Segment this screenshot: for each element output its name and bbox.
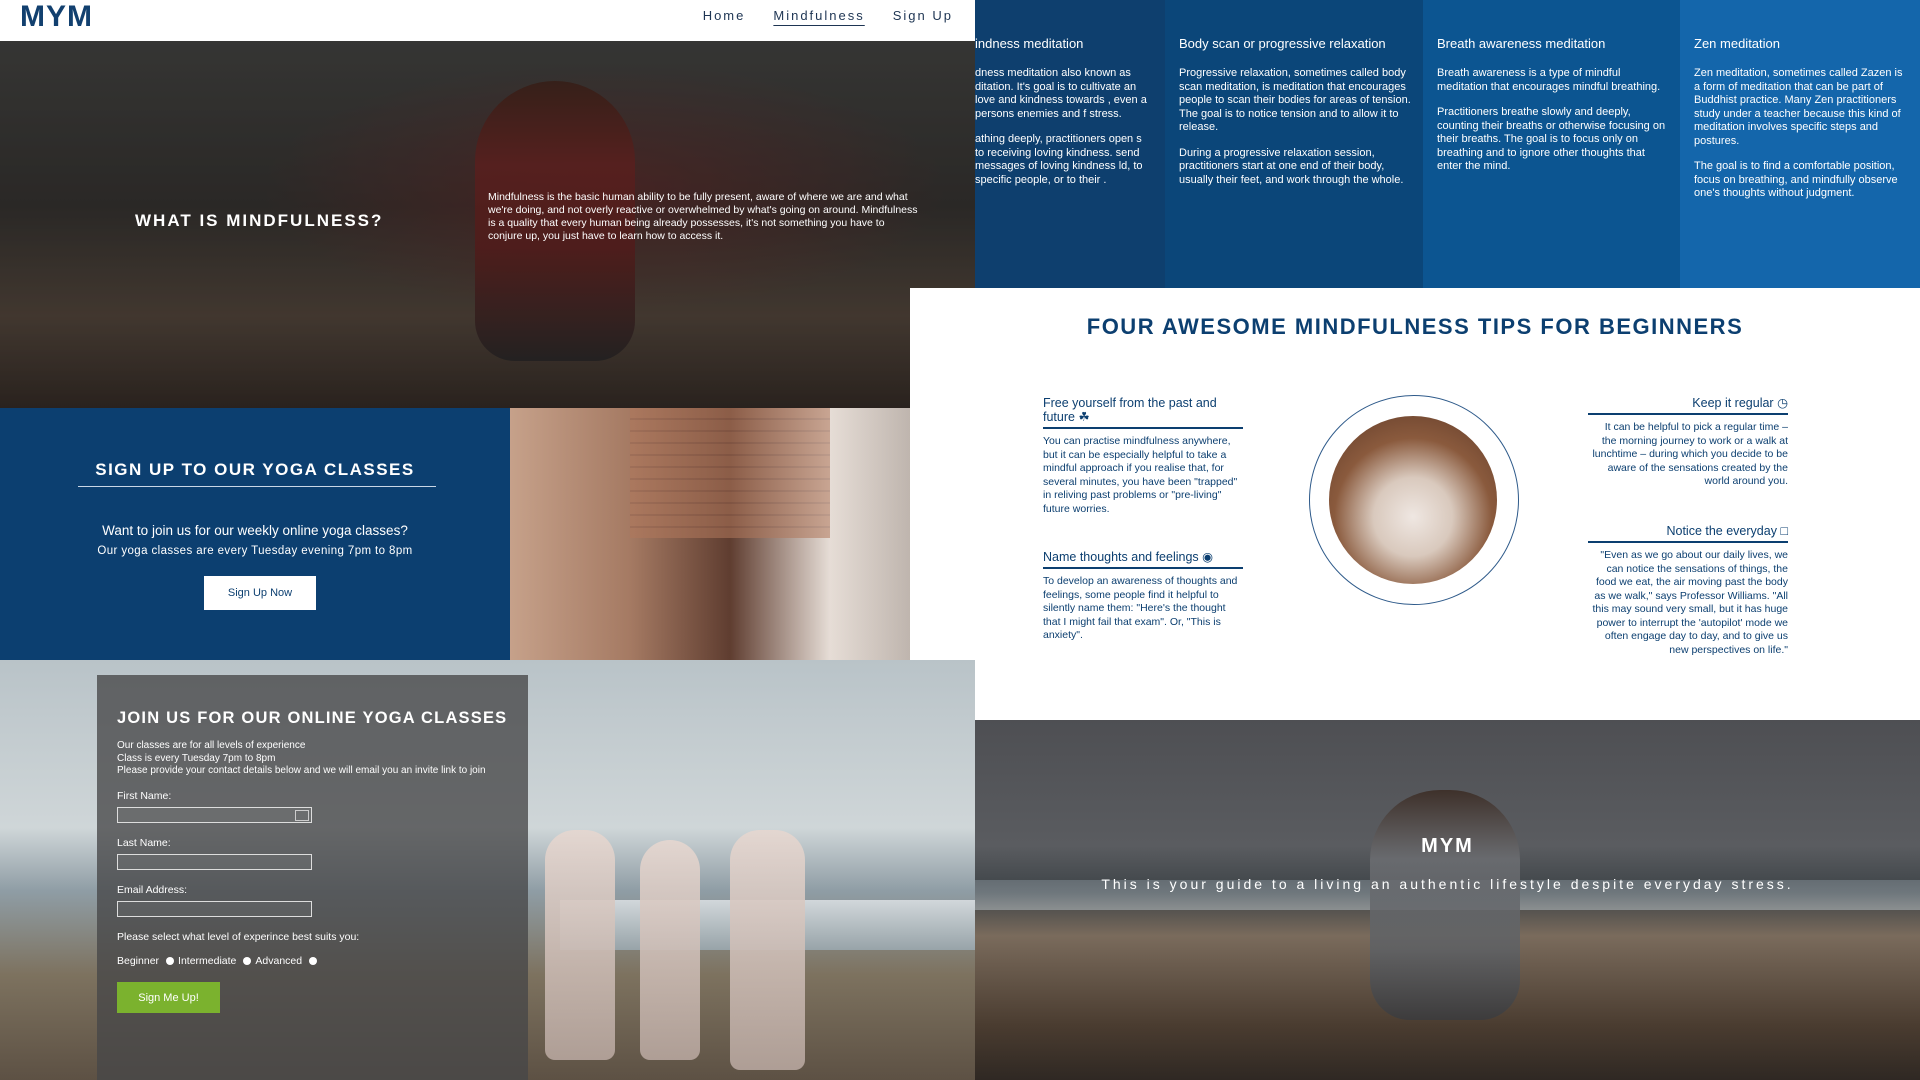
signup-question: Want to join us for our weekly online yo… (102, 523, 408, 538)
guide-title: MYM (1421, 835, 1474, 857)
yoga-class-photo (510, 408, 910, 660)
tip-divider (1588, 541, 1788, 543)
type-text: dness meditation also known as ditation.… (975, 67, 1147, 120)
email-field[interactable] (117, 901, 312, 917)
tip-divider (1043, 567, 1243, 569)
type-text: During a progressive relaxation session,… (1179, 146, 1404, 186)
tip-title: Free yourself from the past and future ☘ (1043, 396, 1217, 424)
tip-text: "Even as we go about our daily lives, we… (1592, 549, 1788, 656)
guide-hero: MYM This is your guide to a living an au… (975, 720, 1920, 1080)
brick-wall (630, 408, 830, 538)
meditation-types: indness meditation dness meditation also… (975, 0, 1920, 288)
type-text: The goal is to find a comfortable positi… (1694, 160, 1898, 199)
leaf-icon: ☘ (1078, 410, 1090, 424)
tip-free-yourself: Free yourself from the past and future ☘… (1043, 396, 1243, 516)
tip-divider (1043, 427, 1243, 429)
yoga-figure (730, 830, 805, 1070)
last-name-label: Last Name: (117, 837, 171, 849)
first-name-field[interactable] (117, 807, 312, 823)
type-text: Breath awareness is a type of mindful me… (1437, 67, 1661, 93)
type-title: Zen meditation (1694, 36, 1780, 51)
tip-divider (1588, 413, 1788, 415)
level-prompt: Please select what level of experince be… (117, 931, 360, 943)
type-breath-awareness: Breath awareness meditation Breath aware… (1423, 0, 1680, 288)
tip-name-thoughts: Name thoughts and feelings ◉ To develop … (1043, 550, 1243, 643)
mindfulness-hero: WHAT IS MINDFULNESS? Mindfulness is the … (0, 41, 975, 408)
tip-title: Keep it regular ◷ (1692, 396, 1788, 410)
type-text: athing deeply, practitioners open s to r… (975, 133, 1143, 186)
brain-icon: ◉ (1202, 550, 1214, 564)
type-text: Progressive relaxation, sometimes called… (1179, 67, 1411, 133)
signup-section: SIGN UP TO OUR YOGA CLASSES Want to join… (0, 408, 510, 660)
type-title: Body scan or progressive relaxation (1179, 36, 1386, 51)
calendar-icon: □ (1780, 524, 1788, 538)
tip-text: To develop an awareness of thoughts and … (1043, 575, 1238, 641)
hero-description: Mindfulness is the basic human ability t… (488, 191, 918, 242)
yoga-figure (640, 840, 700, 1060)
type-zen: Zen meditation Zen meditation, sometimes… (1680, 0, 1920, 288)
type-text: Practitioners breathe slowly and deeply,… (1437, 106, 1666, 172)
signup-title: SIGN UP TO OUR YOGA CLASSES (95, 460, 415, 479)
tips-title: FOUR AWESOME MINDFULNESS TIPS FOR BEGINN… (1086, 314, 1744, 339)
top-nav: MYM Home Mindfulness Sign Up (0, 0, 975, 41)
level-advanced-radio[interactable] (309, 957, 318, 965)
sign-up-now-button[interactable]: Sign Up Now (204, 576, 316, 610)
level-options: Beginner Intermediate Advanced (117, 955, 318, 967)
yoga-figure (545, 830, 615, 1060)
level-beginner-radio[interactable] (166, 957, 175, 965)
meditating-person (1370, 790, 1520, 1020)
join-title: JOIN US FOR OUR ONLINE YOGA CLASSES (117, 709, 508, 727)
meditation-hands-photo (1329, 416, 1497, 584)
level-intermediate-radio[interactable] (243, 957, 252, 965)
nav-link-mindfulness[interactable]: Mindfulness (773, 8, 864, 23)
nav-link-home[interactable]: Home (703, 8, 746, 23)
keyboard-icon (295, 810, 309, 821)
level-advanced-label: Advanced (255, 955, 303, 967)
title-divider (78, 486, 436, 487)
last-name-field[interactable] (117, 854, 312, 870)
join-info: Our classes are for all levels of experi… (117, 740, 486, 776)
tips-section: FOUR AWESOME MINDFULNESS TIPS FOR BEGINN… (910, 288, 1920, 720)
type-text: Zen meditation, sometimes called Zazen i… (1694, 67, 1903, 147)
clock-icon: ◷ (1777, 396, 1788, 410)
tip-notice-everyday: Notice the everyday □ "Even as we go abo… (1588, 524, 1788, 657)
nav-links: Home Mindfulness Sign Up (703, 8, 953, 23)
level-intermediate-label: Intermediate (178, 955, 237, 967)
site-logo[interactable]: MYM (20, 0, 93, 34)
first-name-label: First Name: (117, 790, 172, 802)
level-beginner-label: Beginner (117, 955, 160, 967)
sign-me-up-button[interactable]: Sign Me Up! (117, 982, 220, 1013)
nav-link-sign-up[interactable]: Sign Up (893, 8, 953, 23)
guide-subtitle: This is your guide to a living an authen… (1101, 876, 1794, 892)
type-body-scan: Body scan or progressive relaxation Prog… (1165, 0, 1423, 288)
tip-title: Name thoughts and feelings ◉ (1043, 550, 1214, 564)
type-kindness: indness meditation dness meditation also… (975, 0, 1165, 288)
tip-text: You can practise mindfulness anywhere, b… (1043, 435, 1238, 515)
type-title: indness meditation (975, 36, 1084, 51)
tip-keep-regular: Keep it regular ◷ It can be helpful to p… (1588, 396, 1788, 489)
hero-title: WHAT IS MINDFULNESS? (135, 211, 384, 230)
tip-text: It can be helpful to pick a regular time… (1592, 421, 1788, 487)
signup-subtitle: Our yoga classes are every Tuesday eveni… (97, 545, 413, 557)
type-title: Breath awareness meditation (1437, 36, 1606, 51)
email-label: Email Address: (117, 884, 188, 896)
tip-title: Notice the everyday □ (1666, 524, 1788, 538)
join-form-panel: JOIN US FOR OUR ONLINE YOGA CLASSES Our … (97, 675, 528, 1080)
